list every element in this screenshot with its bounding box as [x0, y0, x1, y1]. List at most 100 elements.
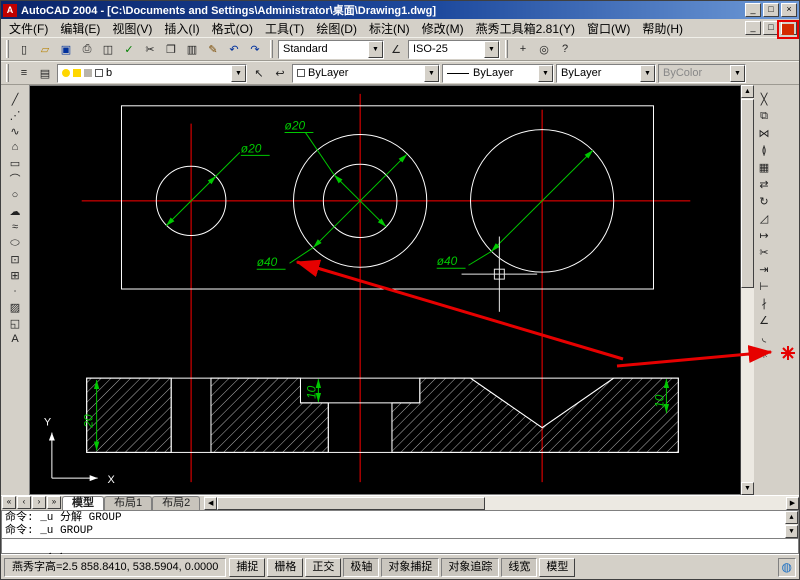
- chamfer-icon[interactable]: ∠: [755, 312, 773, 329]
- toolbar-grip[interactable]: [270, 40, 273, 58]
- line-icon[interactable]: ╱: [4, 91, 26, 107]
- status-toggle-model-space[interactable]: 模型: [539, 558, 575, 577]
- named-layer-states-icon[interactable]: ▤: [35, 63, 55, 83]
- status-toggle-grid[interactable]: 栅格: [267, 558, 303, 577]
- chevron-down-icon[interactable]: ▼: [484, 41, 499, 58]
- menu-item[interactable]: 窗口(W): [581, 18, 636, 39]
- menu-item[interactable]: 视图(V): [106, 18, 158, 39]
- status-toggle-lwt[interactable]: 线宽: [501, 558, 537, 577]
- next-tab-icon[interactable]: ›: [32, 496, 46, 509]
- scroll-down-icon[interactable]: ▼: [741, 482, 754, 495]
- break-icon[interactable]: ∤: [755, 295, 773, 312]
- restore-button[interactable]: □: [763, 3, 779, 17]
- fillet-icon[interactable]: ◟: [755, 329, 773, 346]
- save-icon[interactable]: ▣: [56, 39, 76, 59]
- erase-icon[interactable]: ╳: [755, 91, 773, 108]
- canvas-vertical-scrollbar[interactable]: ▲ ▼: [741, 85, 754, 495]
- scroll-down-icon[interactable]: ▼: [785, 525, 798, 538]
- mirror-icon[interactable]: ⋈: [755, 125, 773, 142]
- scale-icon[interactable]: ◿: [755, 210, 773, 227]
- revision-cloud-icon[interactable]: ☁: [4, 203, 26, 219]
- chevron-down-icon[interactable]: ▼: [538, 65, 553, 82]
- rotate-icon[interactable]: ↻: [755, 193, 773, 210]
- status-toggle-osnap[interactable]: 对象捕捉: [381, 558, 439, 577]
- region-icon[interactable]: ◱: [4, 315, 26, 331]
- toolbar-grip[interactable]: [505, 40, 508, 58]
- chevron-down-icon[interactable]: ▼: [640, 65, 655, 82]
- menu-item[interactable]: 工具(T): [259, 18, 310, 39]
- layer-combo[interactable]: b ▼: [57, 64, 247, 83]
- insert-block-icon[interactable]: ⊡: [4, 251, 26, 267]
- arc-icon[interactable]: ⌒: [4, 171, 26, 187]
- menu-item[interactable]: 修改(M): [416, 18, 470, 39]
- scroll-right-icon[interactable]: ▶: [786, 497, 799, 510]
- scroll-left-icon[interactable]: ◀: [204, 497, 217, 510]
- horizontal-scrollbar-thumb[interactable]: [217, 497, 485, 510]
- text-icon[interactable]: A: [4, 331, 26, 347]
- hatch-icon[interactable]: ▨: [4, 299, 26, 315]
- lineweight-combo[interactable]: ByLayer ▼: [556, 64, 656, 83]
- copy-clip-icon[interactable]: ❐: [161, 39, 181, 59]
- chevron-down-icon[interactable]: ▼: [424, 65, 439, 82]
- previous-tab-icon[interactable]: ‹: [17, 496, 31, 509]
- open-file-icon[interactable]: ▱: [35, 39, 55, 59]
- polygon-icon[interactable]: ⌂: [4, 139, 26, 155]
- make-block-icon[interactable]: ⊞: [4, 267, 26, 283]
- first-tab-icon[interactable]: «: [2, 496, 16, 509]
- break-at-point-icon[interactable]: ⊢: [755, 278, 773, 295]
- menu-item[interactable]: 燕秀工具箱2.81(Y): [470, 18, 581, 39]
- dim-style-icon[interactable]: ∠: [386, 39, 406, 59]
- dim-style-combo[interactable]: ISO-25 ▼: [408, 40, 500, 59]
- circle-icon[interactable]: ○: [4, 187, 26, 203]
- menu-item[interactable]: 编辑(E): [54, 18, 106, 39]
- toolbar-grip[interactable]: [6, 40, 9, 58]
- help-icon[interactable]: ?: [555, 39, 575, 59]
- status-toggle-ortho[interactable]: 正交: [305, 558, 341, 577]
- menu-item[interactable]: 文件(F): [3, 18, 54, 39]
- redo-icon[interactable]: ↷: [245, 39, 265, 59]
- polyline-icon[interactable]: ∿: [4, 123, 26, 139]
- tab-layout2[interactable]: 布局2: [152, 496, 200, 510]
- extend-icon[interactable]: ⇥: [755, 261, 773, 278]
- trim-icon[interactable]: ✂: [755, 244, 773, 261]
- last-tab-icon[interactable]: »: [47, 496, 61, 509]
- color-combo[interactable]: ByLayer ▼: [292, 64, 440, 83]
- minimize-button[interactable]: _: [745, 3, 761, 17]
- layer-previous-icon[interactable]: ↩: [270, 63, 290, 83]
- menu-item[interactable]: 标注(N): [363, 18, 416, 39]
- menu-item[interactable]: 绘图(D): [310, 18, 363, 39]
- offset-icon[interactable]: ≬: [755, 142, 773, 159]
- drawing-canvas[interactable]: ø20 ø20 ø40 ø40 20 10 10 Y X: [29, 85, 741, 495]
- chevron-down-icon[interactable]: ▼: [368, 41, 383, 58]
- cut-icon[interactable]: ✂: [140, 39, 160, 59]
- spell-check-icon[interactable]: ✓: [119, 39, 139, 59]
- spline-icon[interactable]: ≈: [4, 219, 26, 235]
- communication-center-icon[interactable]: ◍: [778, 558, 796, 577]
- construction-line-icon[interactable]: ⋰: [4, 107, 26, 123]
- status-toggle-snap[interactable]: 捕捉: [229, 558, 265, 577]
- zoom-realtime-icon[interactable]: ◎: [534, 39, 554, 59]
- move-icon[interactable]: ⇄: [755, 176, 773, 193]
- command-prompt-line[interactable]: 命令:: [2, 538, 798, 553]
- tab-model[interactable]: 模型: [62, 496, 104, 510]
- new-file-icon[interactable]: ▯: [14, 39, 34, 59]
- menu-item[interactable]: 插入(I): [158, 18, 205, 39]
- undo-icon[interactable]: ↶: [224, 39, 244, 59]
- status-toggle-otrack[interactable]: 对象追踪: [441, 558, 499, 577]
- restore-button[interactable]: □: [763, 21, 779, 35]
- vertical-scrollbar-thumb[interactable]: [741, 99, 754, 288]
- tab-layout1[interactable]: 布局1: [104, 496, 152, 510]
- ellipse-icon[interactable]: ⬭: [4, 235, 26, 251]
- rectangle-icon[interactable]: ▭: [4, 155, 26, 171]
- layer-properties-manager-icon[interactable]: ≡: [14, 63, 34, 83]
- scroll-up-icon[interactable]: ▲: [785, 511, 798, 524]
- minimize-button[interactable]: _: [745, 21, 761, 35]
- linetype-combo[interactable]: ByLayer ▼: [442, 64, 554, 83]
- copy-object-icon[interactable]: ⧉: [755, 108, 773, 125]
- menu-item[interactable]: 帮助(H): [636, 18, 689, 39]
- scroll-up-icon[interactable]: ▲: [741, 85, 754, 98]
- status-toggle-polar[interactable]: 极轴: [343, 558, 379, 577]
- pan-realtime-icon[interactable]: +: [513, 39, 533, 59]
- close-button[interactable]: ×: [781, 3, 797, 17]
- array-icon[interactable]: ▦: [755, 159, 773, 176]
